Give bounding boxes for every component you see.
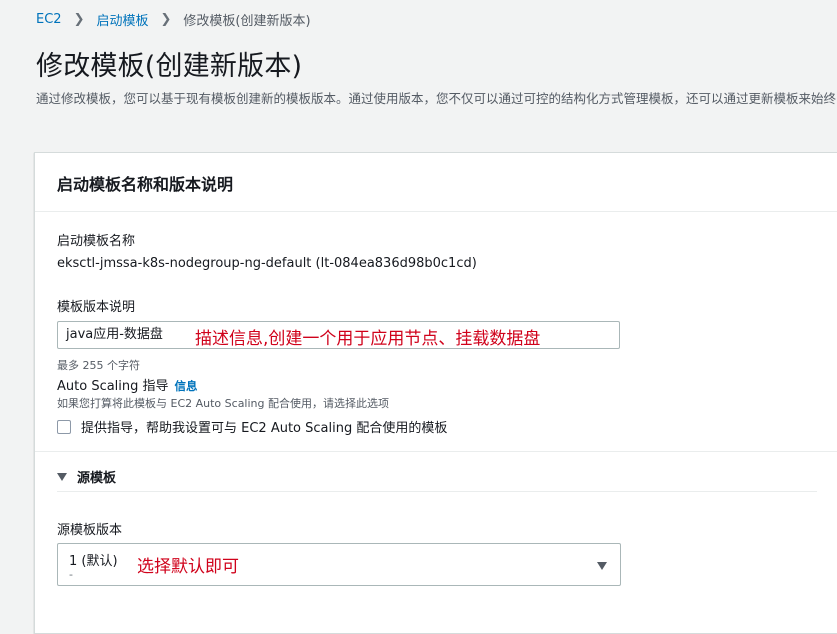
source-version-sub: -: [69, 568, 73, 581]
template-name-label: 启动模板名称: [57, 234, 136, 249]
chevron-right-icon: ❯: [160, 12, 172, 27]
caret-down-icon: [597, 562, 607, 570]
template-name-value: eksctl-jmssa-k8s-nodegroup-ng-default (l…: [57, 256, 477, 271]
breadcrumb-ec2-link[interactable]: EC2: [36, 12, 62, 27]
version-description-value: java应用-数据盘: [66, 327, 163, 342]
auto-scaling-guidance-label: Auto Scaling 指导 信息: [57, 375, 198, 394]
breadcrumb-current: 修改模板(创建新版本): [183, 14, 311, 29]
source-version-label: 源模板版本: [57, 523, 123, 538]
source-version-annotation: 选择默认即可: [137, 557, 239, 577]
version-description-annotation: 描述信息,创建一个用于应用节点、挂载数据盘: [195, 329, 541, 349]
source-template-toggle[interactable]: 源模板: [57, 467, 116, 486]
section-rule: [57, 491, 817, 492]
version-description-label: 模板版本说明: [57, 300, 136, 315]
auto-scaling-label-text: Auto Scaling 指导: [57, 379, 169, 394]
breadcrumb: EC2 ❯ 启动模板 ❯ 修改模板(创建新版本): [36, 10, 311, 29]
template-name-panel: 启动模板名称和版本说明 启动模板名称 eksctl-jmssa-k8s-node…: [34, 152, 837, 634]
checkbox-label: 提供指导，帮助我设置可与 EC2 Auto Scaling 配合使用的模板: [81, 421, 448, 436]
info-link[interactable]: 信息: [175, 379, 198, 393]
source-template-title: 源模板: [77, 471, 117, 486]
breadcrumb-launch-templates-link[interactable]: 启动模板: [96, 10, 148, 29]
section-divider: [35, 451, 837, 452]
auto-scaling-guidance-checkbox[interactable]: [57, 419, 71, 434]
page-description: 通过修改模板，您可以基于现有模板创建新的模板版本。通过使用版本，您不仅可以通过可…: [36, 91, 836, 106]
caret-down-icon: [57, 472, 67, 481]
page-title: 修改模板(创建新版本): [36, 51, 303, 82]
panel-header: 启动模板名称和版本说明: [35, 153, 837, 212]
panel-title: 启动模板名称和版本说明: [57, 175, 234, 194]
auto-scaling-guidance-option[interactable]: 提供指导，帮助我设置可与 EC2 Auto Scaling 配合使用的模板: [57, 417, 447, 436]
source-version-selected: 1 (默认): [69, 554, 118, 569]
max-chars-hint: 最多 255 个字符: [57, 359, 140, 372]
chevron-right-icon: ❯: [73, 12, 85, 27]
auto-scaling-hint: 如果您打算将此模板与 EC2 Auto Scaling 配合使用，请选择此选项: [57, 397, 389, 410]
